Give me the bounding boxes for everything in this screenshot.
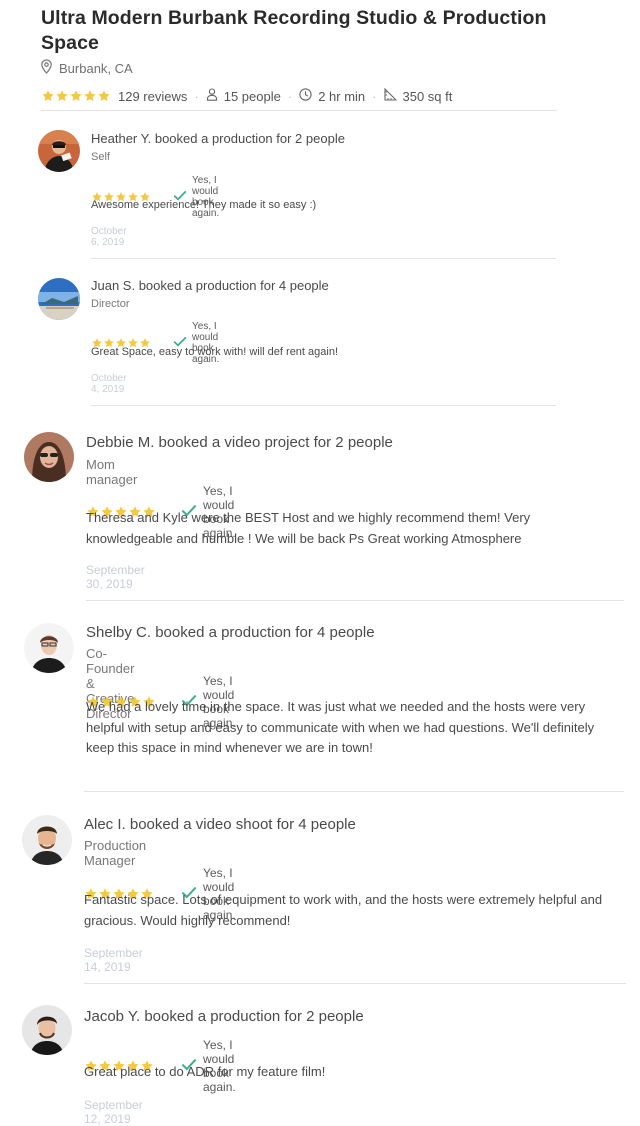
- review-text: Awesome experience! They made it so easy…: [91, 199, 317, 211]
- review-divider: [91, 258, 556, 259]
- listing-location: Burbank, CA: [40, 59, 133, 77]
- review-heading: Debbie M. booked a video project for 2 p…: [86, 434, 393, 451]
- clock-icon: [299, 88, 312, 104]
- separator-dot: ·: [372, 88, 377, 104]
- review-heading: Juan S. booked a production for 4 people: [91, 278, 329, 293]
- review-divider: [91, 405, 556, 406]
- reviews-count-link[interactable]: 129 reviews: [118, 89, 187, 104]
- min-hours-text: 2 hr min: [318, 88, 366, 104]
- star-icon: [84, 90, 96, 102]
- ruler-triangle-icon: [383, 87, 397, 104]
- review-heading: Shelby C. booked a production for 4 peop…: [86, 624, 375, 641]
- review-heading: Heather Y. booked a production for 2 peo…: [91, 131, 345, 146]
- location-text: Burbank, CA: [59, 60, 133, 76]
- capacity-stat: 15 people: [206, 88, 281, 104]
- listing-title: Ultra Modern Burbank Recording Studio & …: [41, 7, 547, 54]
- review-heading: Jacob Y. booked a production for 2 peopl…: [84, 1008, 364, 1025]
- review-text: We had a lovely time in the space. It wa…: [86, 699, 595, 755]
- size-stat: 350 sq ft: [383, 87, 453, 104]
- separator-dot: ·: [194, 88, 199, 104]
- reviewer-role: Director: [91, 298, 130, 310]
- reviewer-avatar[interactable]: [38, 278, 80, 320]
- reviewer-avatar[interactable]: [22, 1005, 72, 1055]
- reviewer-avatar[interactable]: [24, 432, 74, 482]
- review-text: Great place to do ADR for my feature fil…: [84, 1064, 326, 1079]
- header-divider: [41, 110, 557, 111]
- size-text: 350 sq ft: [402, 88, 453, 104]
- star-icon: [42, 90, 54, 102]
- review-text: Fantastic space. Lots of equipment to wo…: [84, 892, 603, 928]
- review-date: October 6, 2019: [91, 226, 127, 248]
- person-icon: [206, 88, 218, 104]
- location-pin-icon: [40, 59, 53, 77]
- capacity-text: 15 people: [223, 88, 281, 104]
- reviewer-avatar[interactable]: [24, 623, 74, 673]
- review-date: September 14, 2019: [84, 946, 143, 974]
- reviewer-avatar[interactable]: [22, 815, 72, 865]
- reviewer-avatar[interactable]: [38, 130, 80, 172]
- reviewer-role: Production Manager: [84, 838, 147, 868]
- rating-stars: [41, 89, 111, 103]
- review-divider: [84, 983, 626, 984]
- star-icon: [98, 90, 110, 102]
- review-divider: [86, 600, 624, 601]
- review-heading: Alec I. booked a video shoot for 4 peopl…: [84, 816, 356, 833]
- star-icon: [70, 90, 82, 102]
- review-text: Theresa and Kyle were the BEST Host and …: [86, 510, 531, 546]
- review-date: September 12, 2019: [84, 1098, 143, 1126]
- review-date: October 4, 2019: [91, 373, 127, 395]
- review-text: Great Space, easy to work with! will def…: [91, 346, 339, 358]
- reviewer-role: Self: [91, 151, 110, 163]
- min-hours-stat: 2 hr min: [299, 88, 365, 104]
- listing-stats: 129 reviews · 15 people · 2 hr min · 350…: [41, 87, 453, 104]
- review-date: September 30, 2019: [86, 563, 145, 591]
- review-divider: [84, 791, 624, 792]
- reviewer-role: Mom manager: [86, 457, 138, 487]
- separator-dot: ·: [287, 88, 293, 104]
- star-icon: [56, 90, 68, 102]
